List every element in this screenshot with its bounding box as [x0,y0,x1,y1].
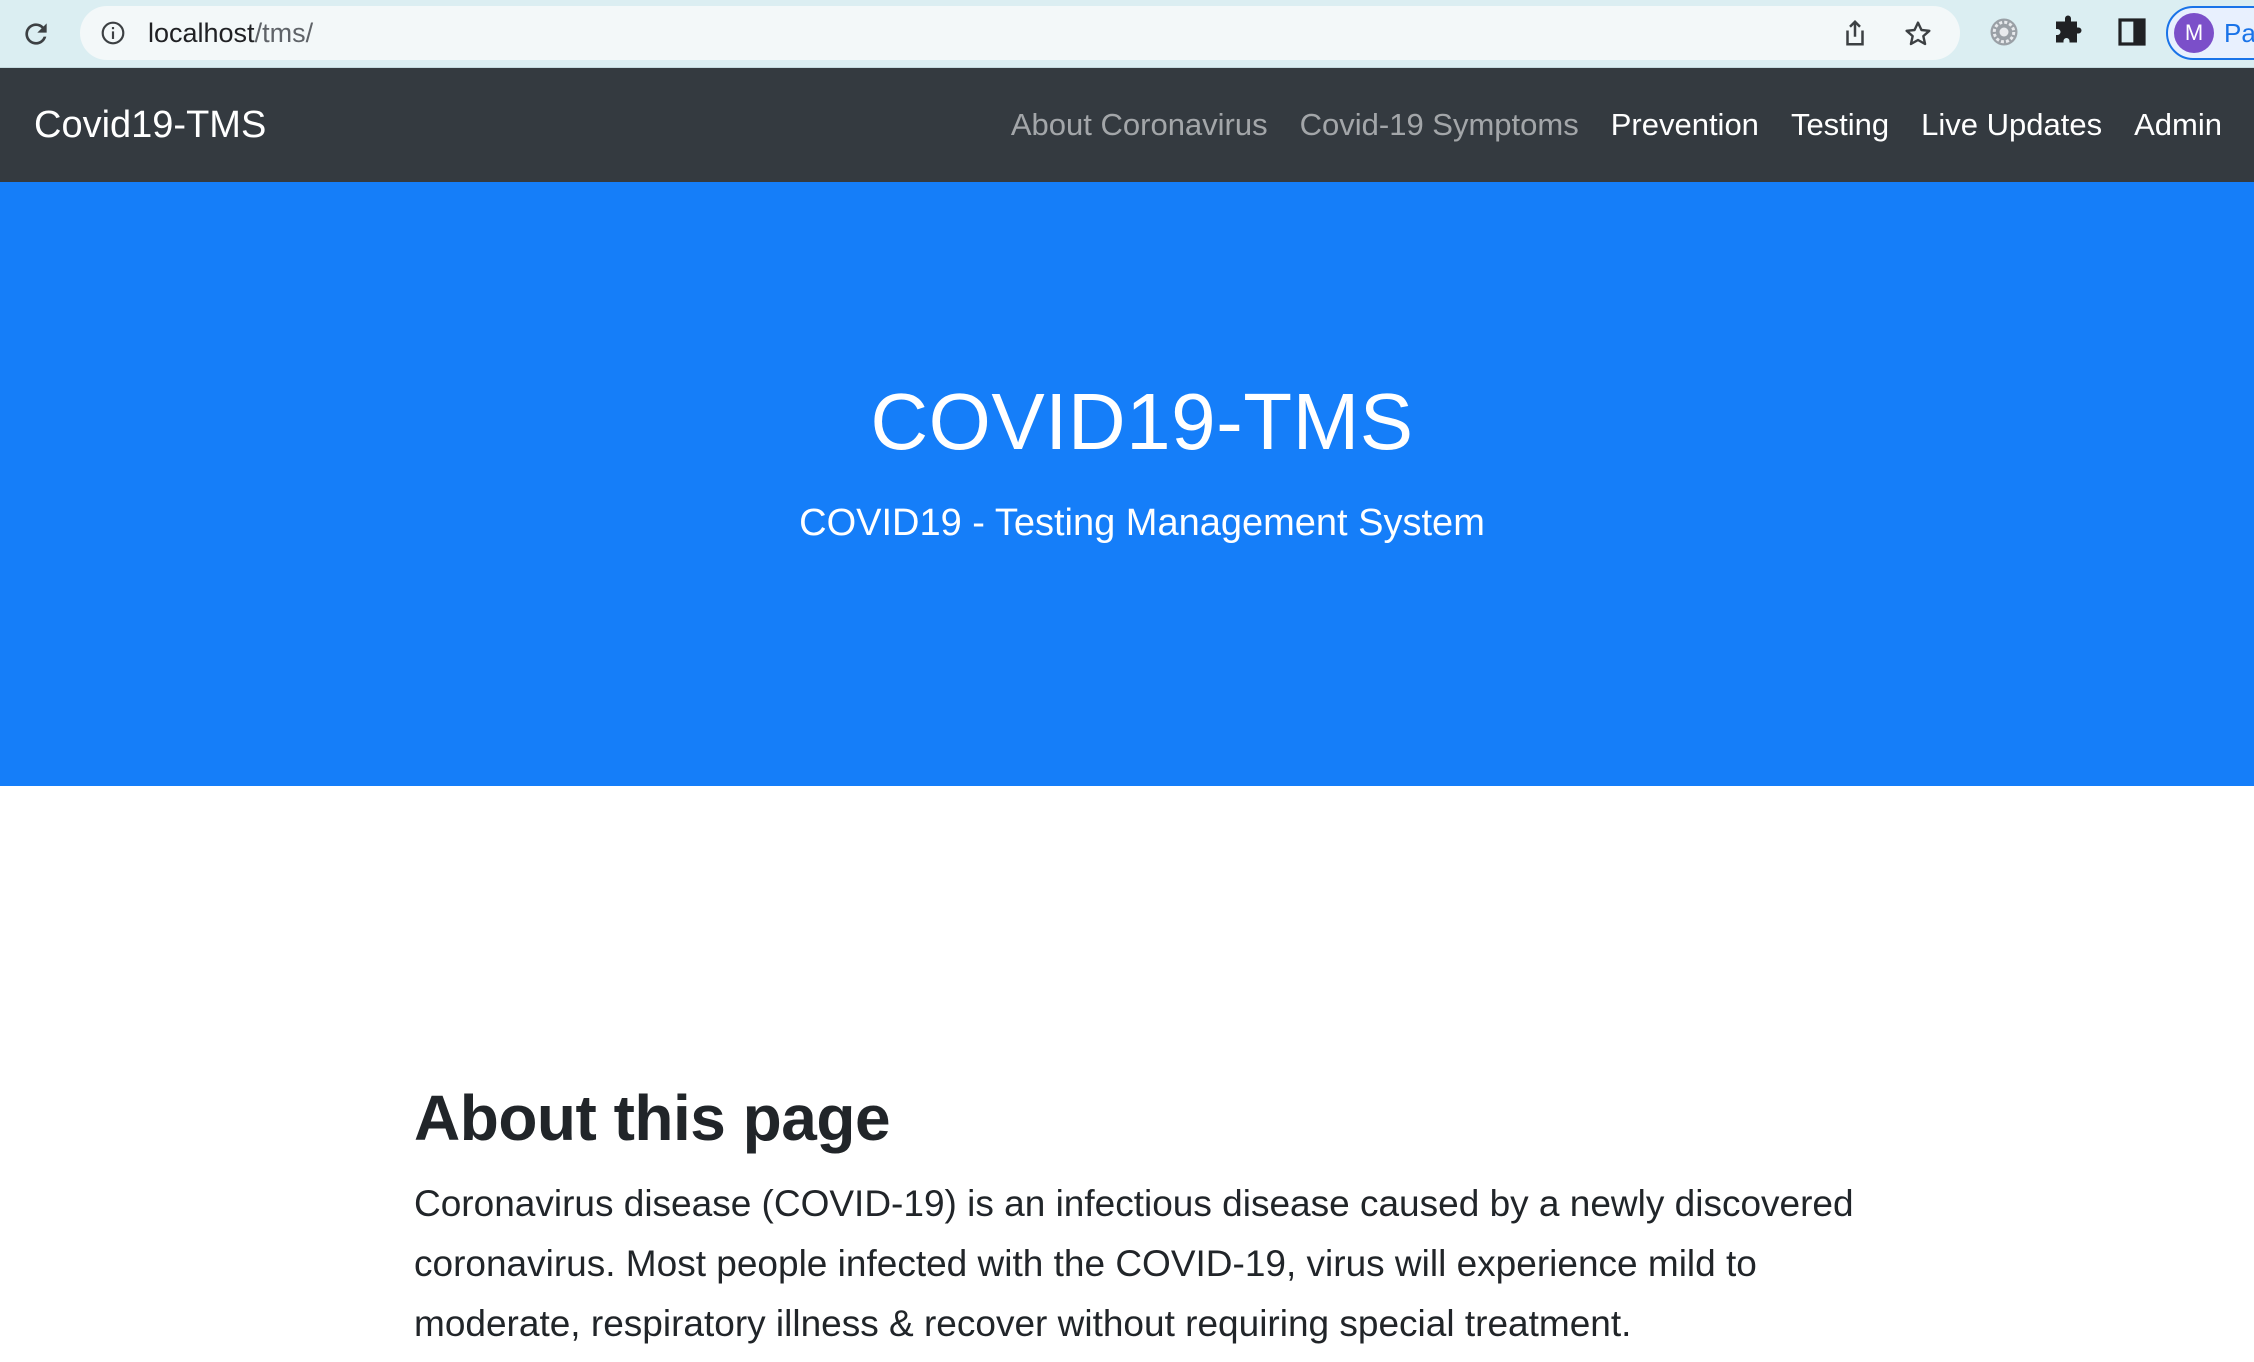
url-host: localhost [148,18,255,48]
hero-subtitle: COVID19 - Testing Management System [799,502,1485,544]
avatar: M [2174,13,2214,53]
nav-link-admin[interactable]: Admin [2118,68,2238,182]
about-body: Coronavirus disease (COVID-19) is an inf… [414,1183,1854,1344]
navbar-brand[interactable]: Covid19-TMS [34,68,266,182]
nav-link-about-coronavirus[interactable]: About Coronavirus [995,68,1284,182]
reload-icon[interactable] [14,12,58,56]
address-bar[interactable]: localhost/tms/ [80,6,1960,60]
puzzle-icon[interactable] [2050,14,2086,50]
hero-title: COVID19-TMS [870,377,1414,466]
hero-jumbotron: COVID19-TMS COVID19 - Testing Management… [0,182,2254,786]
nav-link-testing[interactable]: Testing [1775,68,1905,182]
nav-links: About Coronavirus Covid-19 Symptoms Prev… [995,68,2238,182]
url-path: /tms/ [254,18,314,48]
gear-extension-icon[interactable] [1986,14,2022,50]
side-panel-icon[interactable] [2116,16,2148,48]
browser-toolbar: localhost/tms/ M Pa [0,0,2254,68]
url-text[interactable]: localhost/tms/ [148,6,313,60]
nav-link-covid19-symptoms[interactable]: Covid-19 Symptoms [1284,68,1595,182]
profile-chip[interactable]: M Pa [2166,6,2254,60]
profile-chip-label: Pa [2224,18,2254,48]
nav-link-live-updates[interactable]: Live Updates [1905,68,2118,182]
about-heading: About this page [414,1082,891,1154]
info-icon[interactable] [100,20,126,46]
about-section: About this page Coronavirus disease (COV… [414,1086,1874,1354]
star-icon[interactable] [1902,18,1934,50]
site-navbar: Covid19-TMS About Coronavirus Covid-19 S… [0,68,2254,182]
nav-link-prevention[interactable]: Prevention [1595,68,1775,182]
share-icon[interactable] [1840,18,1870,48]
